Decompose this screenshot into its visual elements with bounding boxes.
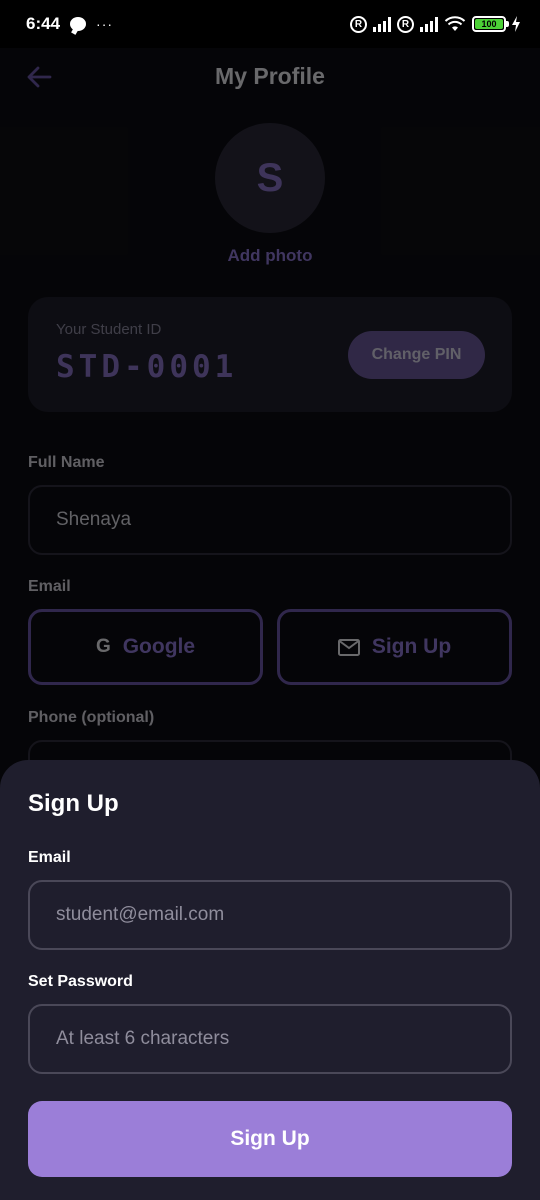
student-id-label: Your Student ID <box>56 321 162 338</box>
mail-icon <box>337 638 360 656</box>
wifi-icon <box>444 15 466 31</box>
change-pin-button[interactable]: Change PIN <box>348 331 485 379</box>
email-label: Email <box>28 578 71 595</box>
google-signin-button[interactable]: G Google <box>28 609 263 685</box>
sheet-email-label: Email <box>28 849 71 866</box>
full-name-input[interactable]: Shenaya <box>28 485 512 555</box>
signup-submit-button[interactable]: Sign Up <box>28 1101 512 1177</box>
registered-icon-2: R <box>397 15 414 33</box>
signal-icon-2 <box>420 16 438 32</box>
full-name-value: Shenaya <box>56 509 132 530</box>
add-photo-link[interactable]: Add photo <box>0 246 540 266</box>
chat-notification-icon <box>70 17 87 31</box>
charging-icon <box>512 16 520 32</box>
back-arrow-icon[interactable] <box>24 62 54 92</box>
sheet-email-input[interactable] <box>28 880 512 950</box>
sheet-password-input[interactable] <box>28 1004 512 1074</box>
registered-icon: R <box>350 15 367 33</box>
signup-button-label: Sign Up <box>371 635 452 658</box>
battery-icon: 100 <box>472 16 509 32</box>
student-id-card: Your Student ID STD-0001 Change PIN <box>28 297 512 412</box>
page-title: My Profile <box>215 62 325 89</box>
avatar-initial: S <box>256 155 284 200</box>
signup-bottom-sheet: Sign Up Email Set Password Sign Up <box>0 760 540 1200</box>
email-signup-button[interactable]: Sign Up <box>277 609 512 685</box>
sheet-password-label: Set Password <box>28 973 133 990</box>
student-id-value: STD-0001 <box>56 349 238 385</box>
google-icon: G <box>95 636 111 657</box>
avatar[interactable]: S <box>215 123 325 233</box>
more-notifications-icon: ··· <box>96 16 114 32</box>
sheet-title: Sign Up <box>28 790 119 817</box>
app-header: My Profile <box>0 48 540 104</box>
full-name-label: Full Name <box>28 454 105 471</box>
status-bar: 6:44 ··· R R 100 <box>0 0 540 48</box>
status-time: 6:44 <box>26 14 61 33</box>
phone-label: Phone (optional) <box>28 709 155 726</box>
signal-icon <box>373 16 391 32</box>
google-button-label: Google <box>122 635 196 658</box>
